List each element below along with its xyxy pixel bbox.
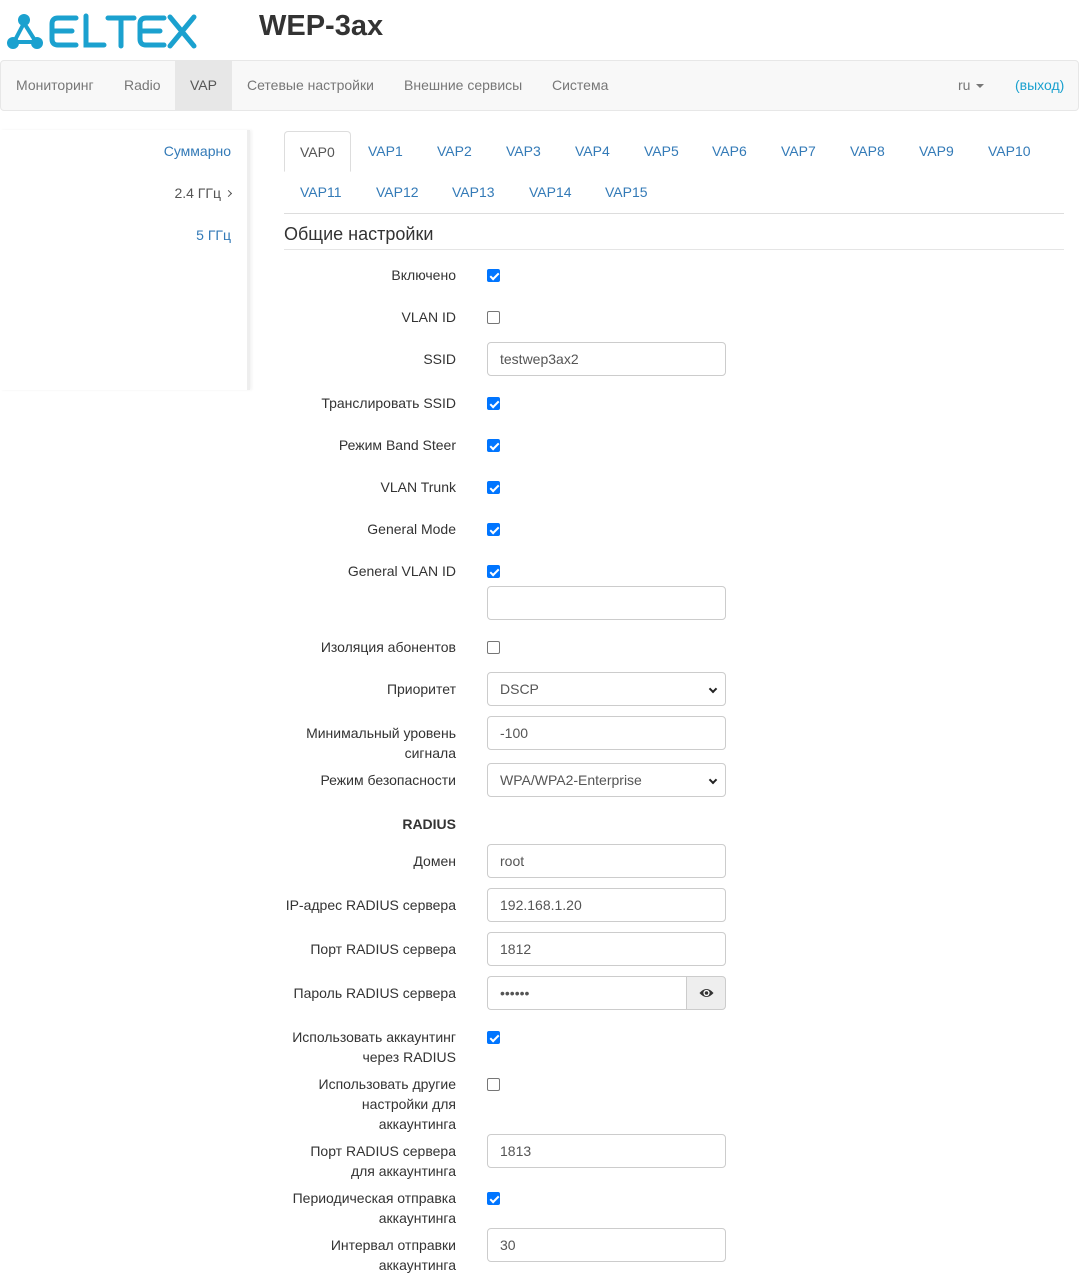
use-accounting-checkbox[interactable] — [487, 1031, 500, 1044]
accounting-interval-label-2: аккаунтинга — [378, 1257, 456, 1273]
min-signal-label-1: Минимальный уровень — [306, 725, 456, 741]
eye-icon — [699, 989, 714, 997]
accounting-interval-input[interactable]: 30 — [487, 1228, 726, 1262]
tab-vap2[interactable]: VAP2 — [422, 131, 487, 172]
broadcast-ssid-checkbox[interactable] — [487, 397, 500, 410]
sidebar: Суммарно 2.4 ГГц 5 ГГц — [0, 130, 250, 390]
language-dropdown[interactable]: ru — [958, 61, 985, 110]
nav-vap[interactable]: VAP — [175, 61, 232, 110]
tab-vap5[interactable]: VAP5 — [629, 131, 694, 172]
general-vlan-id-label: General VLAN ID — [347, 563, 456, 579]
vlan-trunk-checkbox[interactable] — [487, 481, 500, 494]
sidebar-item-2-4ghz[interactable]: 2.4 ГГц — [174, 185, 233, 201]
nav-radio[interactable]: Radio — [109, 61, 176, 110]
enabled-label: Включено — [391, 267, 456, 283]
tab-vap14[interactable]: VAP14 — [514, 172, 587, 213]
use-accounting-label-2: через RADIUS — [362, 1049, 456, 1065]
show-password-button[interactable] — [686, 976, 726, 1010]
tab-vap15[interactable]: VAP15 — [590, 172, 663, 213]
nav-external-services[interactable]: Внешние сервисы — [389, 61, 537, 110]
broadcast-ssid-label: Транслировать SSID — [321, 395, 456, 411]
tab-vap4[interactable]: VAP4 — [560, 131, 625, 172]
tab-vap6[interactable]: VAP6 — [697, 131, 762, 172]
radius-port-label: Порт RADIUS сервера — [310, 941, 456, 957]
general-vlan-id-checkbox[interactable] — [487, 565, 500, 578]
product-title: WEP-3ax — [259, 10, 384, 42]
domain-label: Домен — [413, 853, 456, 869]
nav-system[interactable]: Система — [537, 61, 623, 110]
vlan-trunk-label: VLAN Trunk — [380, 479, 456, 495]
tab-vap10[interactable]: VAP10 — [973, 131, 1046, 172]
priority-label: Приоритет — [386, 681, 456, 697]
radius-ip-input[interactable]: 192.168.1.20 — [487, 888, 726, 922]
tab-vap3[interactable]: VAP3 — [491, 131, 556, 172]
other-accounting-label-3: аккаунтинга — [378, 1116, 456, 1132]
language-label: ru — [958, 77, 971, 93]
accounting-interval-label-1: Интервал отправки — [330, 1237, 456, 1253]
vap-tabs: VAP0 VAP1 VAP2 VAP3 VAP4 VAP5 VAP6 VAP7 … — [284, 131, 1064, 214]
nav-network-settings[interactable]: Сетевые настройки — [232, 61, 389, 110]
top-navbar: Мониторинг Radio VAP Сетевые настройки В… — [0, 60, 1079, 111]
other-accounting-label-2: настройки для — [361, 1096, 456, 1112]
periodic-accounting-label-1: Периодическая отправка — [292, 1190, 456, 1206]
caret-down-icon — [976, 84, 985, 89]
radius-port-input[interactable]: 1812 — [487, 932, 726, 966]
section-title: Общие настройки — [284, 224, 1064, 250]
tab-vap1[interactable]: VAP1 — [353, 131, 418, 172]
tab-vap9[interactable]: VAP9 — [904, 131, 969, 172]
client-isolation-checkbox[interactable] — [487, 641, 500, 654]
band-steer-checkbox[interactable] — [487, 439, 500, 452]
tab-vap13[interactable]: VAP13 — [437, 172, 510, 213]
radius-heading: RADIUS — [402, 816, 456, 832]
domain-input[interactable]: root — [487, 844, 726, 878]
accounting-port-label-2: для аккаунтинга — [350, 1163, 456, 1179]
sidebar-item-summary[interactable]: Суммарно — [164, 143, 231, 159]
general-mode-checkbox[interactable] — [487, 523, 500, 536]
periodic-accounting-checkbox[interactable] — [487, 1192, 500, 1205]
radius-password-label: Пароль RADIUS сервера — [293, 985, 456, 1001]
min-signal-input[interactable]: -100 — [487, 716, 726, 750]
ssid-input[interactable]: testwep3ax2 — [487, 342, 726, 376]
vlan-id-label: VLAN ID — [401, 309, 456, 325]
radius-password-input[interactable]: •••••• — [487, 976, 687, 1010]
tab-vap11[interactable]: VAP11 — [285, 172, 357, 213]
eltex-logo — [7, 13, 197, 49]
min-signal-label-2: сигнала — [404, 745, 456, 761]
tab-vap12[interactable]: VAP12 — [361, 172, 434, 213]
security-mode-label: Режим безопасности — [320, 772, 456, 788]
other-accounting-checkbox[interactable] — [487, 1078, 500, 1091]
general-vlan-id-input[interactable] — [487, 586, 726, 620]
use-accounting-label-1: Использовать аккаунтинг — [292, 1029, 456, 1045]
other-accounting-label-1: Использовать другие — [318, 1076, 457, 1092]
tab-vap8[interactable]: VAP8 — [835, 131, 900, 172]
band-steer-label: Режим Band Steer — [338, 437, 456, 453]
logout-link[interactable]: (выход) — [1015, 61, 1064, 110]
enabled-checkbox[interactable] — [487, 269, 500, 282]
general-mode-label: General Mode — [367, 521, 456, 537]
priority-select[interactable]: DSCP — [487, 672, 726, 706]
periodic-accounting-label-2: аккаунтинга — [378, 1210, 456, 1226]
radius-ip-label: IP-адрес RADIUS сервера — [285, 897, 456, 913]
ssid-label: SSID — [423, 351, 456, 367]
chevron-down-icon — [708, 775, 718, 785]
accounting-port-label-1: Порт RADIUS сервера — [310, 1143, 456, 1159]
tab-vap0[interactable]: VAP0 — [284, 131, 351, 172]
chevron-right-icon — [224, 189, 233, 197]
tab-vap7[interactable]: VAP7 — [766, 131, 831, 172]
accounting-port-input[interactable]: 1813 — [487, 1134, 726, 1168]
vlan-id-checkbox[interactable] — [487, 311, 500, 324]
nav-monitoring[interactable]: Мониторинг — [1, 61, 109, 110]
security-mode-selected-value: WPA/WPA2-Enterprise — [500, 772, 642, 788]
priority-selected-value: DSCP — [500, 681, 539, 697]
client-isolation-label: Изоляция абонентов — [320, 639, 456, 655]
chevron-down-icon — [708, 684, 718, 694]
sidebar-item-label: 2.4 ГГц — [174, 185, 221, 201]
sidebar-item-5ghz[interactable]: 5 ГГц — [196, 227, 231, 243]
security-mode-select[interactable]: WPA/WPA2-Enterprise — [487, 763, 726, 797]
